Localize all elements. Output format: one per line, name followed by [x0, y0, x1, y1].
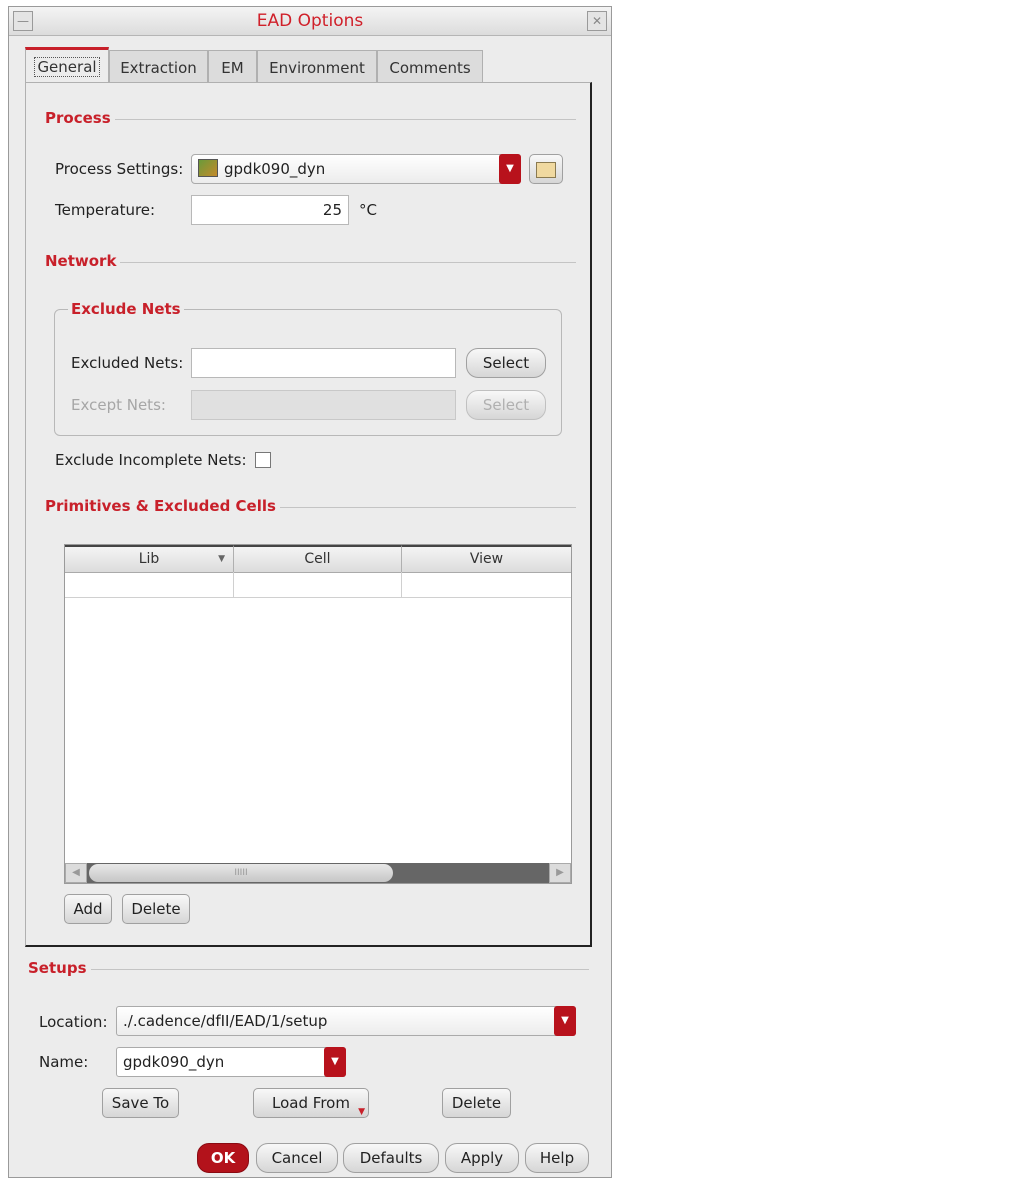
apply-button[interactable]: Apply [445, 1143, 519, 1173]
tab-general[interactable]: General [25, 47, 109, 85]
horizontal-scrollbar[interactable]: ◀ IIIII ▶ [65, 863, 571, 883]
load-from-button[interactable]: Load From ▼ [253, 1088, 369, 1118]
scroll-right-icon[interactable]: ▶ [549, 863, 571, 883]
tab-extraction[interactable]: Extraction [109, 50, 208, 83]
process-browse-button[interactable] [529, 154, 563, 184]
tab-environment[interactable]: Environment [257, 50, 377, 83]
sort-down-icon: ▼ [218, 554, 225, 564]
column-header-lib[interactable]: Lib ▼ [65, 545, 234, 573]
table-cell[interactable] [234, 572, 402, 598]
defaults-button[interactable]: Defaults [343, 1143, 439, 1173]
excluded-nets-label: Excluded Nets: [71, 354, 184, 372]
menu-arrow-icon: ▼ [358, 1107, 365, 1117]
temperature-input[interactable]: 25 [191, 195, 349, 225]
tab-comments[interactable]: Comments [377, 50, 483, 83]
column-header-view[interactable]: View [402, 545, 571, 573]
temperature-unit: °C [359, 201, 377, 219]
except-nets-select-button[interactable]: Select [466, 390, 546, 420]
divider [46, 119, 576, 120]
location-dropdown[interactable]: ./.cadence/dfII/EAD/1/setup ▼ [116, 1006, 576, 1036]
exclude-incomplete-nets-checkbox[interactable] [255, 452, 271, 468]
process-file-icon [198, 159, 218, 177]
close-icon[interactable]: ✕ [587, 11, 607, 31]
name-label: Name: [39, 1053, 89, 1071]
chevron-down-icon[interactable]: ▼ [324, 1047, 346, 1077]
title-bar[interactable]: — EAD Options ✕ [9, 7, 611, 36]
ead-options-dialog: — EAD Options ✕ General Extraction EM En… [8, 6, 612, 1178]
except-nets-label: Except Nets: [71, 396, 166, 414]
add-button[interactable]: Add [64, 894, 112, 924]
tab-em[interactable]: EM [208, 50, 257, 83]
primitives-table: Lib ▼ Cell View ◀ IIIII ▶ [64, 544, 572, 884]
delete-setup-button[interactable]: Delete [442, 1088, 511, 1118]
chevron-down-icon[interactable]: ▼ [554, 1006, 576, 1036]
column-header-cell[interactable]: Cell [234, 545, 402, 573]
exclude-incomplete-nets-label: Exclude Incomplete Nets: [55, 451, 247, 469]
excluded-nets-select-button[interactable]: Select [466, 348, 546, 378]
location-label: Location: [39, 1013, 108, 1031]
excluded-nets-input[interactable] [191, 348, 456, 378]
except-nets-input[interactable] [191, 390, 456, 420]
table-cell[interactable] [402, 572, 571, 598]
delete-cell-button[interactable]: Delete [122, 894, 190, 924]
table-cell[interactable] [65, 572, 234, 598]
save-to-button[interactable]: Save To [102, 1088, 179, 1118]
name-combobox[interactable]: gpdk090_dyn ▼ [116, 1047, 346, 1077]
scrollbar-thumb[interactable]: IIIII [89, 864, 393, 882]
process-section-header: Process [45, 109, 115, 127]
scroll-left-icon[interactable]: ◀ [65, 863, 87, 883]
ok-button[interactable]: OK [197, 1143, 249, 1173]
process-settings-dropdown[interactable]: gpdk090_dyn ▼ [191, 154, 521, 184]
setups-section-header: Setups [28, 959, 91, 977]
window-title: EAD Options [256, 11, 364, 31]
process-settings-label: Process Settings: [55, 160, 184, 178]
cancel-button[interactable]: Cancel [256, 1143, 338, 1173]
temperature-label: Temperature: [55, 201, 156, 219]
primitives-section-header: Primitives & Excluded Cells [45, 497, 280, 515]
general-tab-panel: Process Process Settings: gpdk090_dyn ▼ … [25, 82, 592, 947]
divider [29, 969, 589, 970]
network-section-header: Network [45, 252, 121, 270]
divider [46, 262, 576, 263]
chevron-down-icon[interactable]: ▼ [499, 154, 521, 184]
exclude-nets-header: Exclude Nets [68, 300, 184, 318]
help-button[interactable]: Help [525, 1143, 589, 1173]
folder-menu-icon [536, 162, 556, 178]
